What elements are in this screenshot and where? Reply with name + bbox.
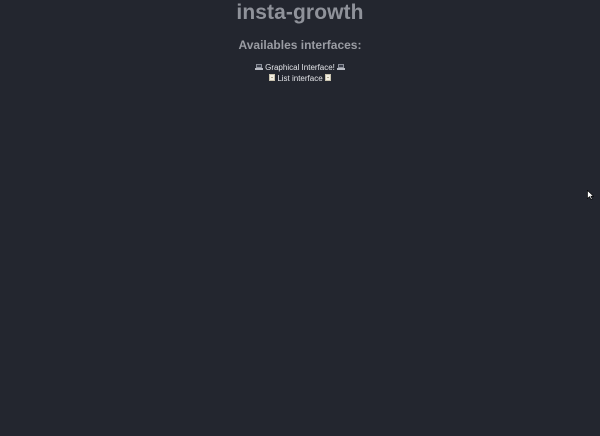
laptop-icon [254,63,263,70]
laptop-icon [337,63,346,70]
mouse-cursor-icon [587,190,594,200]
interfaces-heading: Availables interfaces: [238,38,362,52]
page: insta-growth Availables interfaces: Grap… [0,0,600,436]
interfaces-list: Graphical Interface! List interface [0,62,600,84]
graphical-interface-link[interactable]: Graphical Interface! [0,62,600,73]
graphical-interface-label: Graphical Interface! [265,63,335,72]
page-icon [269,74,276,82]
page-icon [324,74,331,82]
list-interface-label: List interface [277,74,323,83]
page-title: insta-growth [236,1,364,24]
list-interface-link[interactable]: List interface [0,73,600,84]
